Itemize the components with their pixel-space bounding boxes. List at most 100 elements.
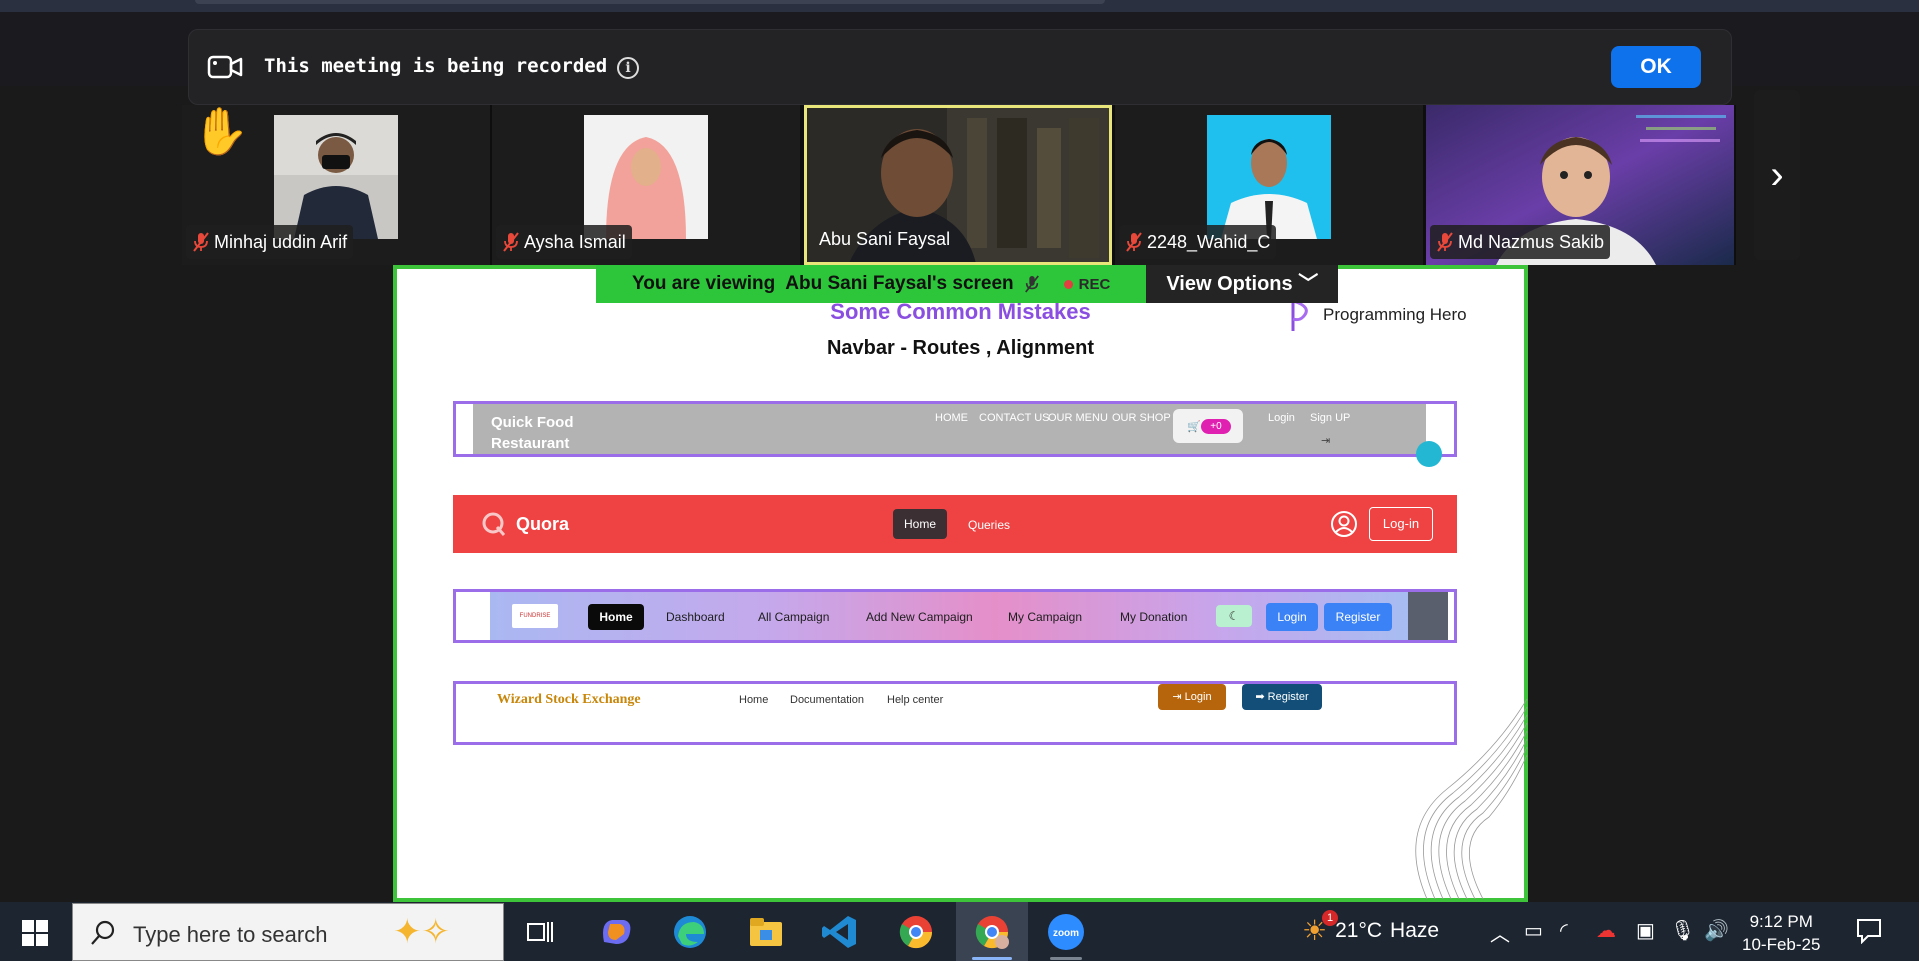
- mic-muted-icon: [1126, 232, 1142, 252]
- nav-link[interactable]: Help center: [887, 694, 943, 706]
- participant-photo: [1207, 115, 1331, 239]
- nav-link[interactable]: My Campaign: [1008, 610, 1082, 624]
- home-nav-button[interactable]: Home: [588, 604, 644, 630]
- zoom-running-underline: [1050, 957, 1082, 960]
- participant-name-label: Minhaj uddin Arif: [186, 225, 354, 259]
- zoom-meeting-window: This meeting is being recorded i OK ✋ Mi…: [0, 0, 1919, 961]
- nav-link[interactable]: Add New Campaign: [866, 610, 973, 624]
- cart-icon: 🛒: [1187, 421, 1201, 433]
- mic-muted-icon: [193, 232, 209, 252]
- mic-muted-icon: [503, 232, 519, 252]
- rec-dot-icon: [1063, 279, 1073, 289]
- nav-link[interactable]: OUR MENU: [1048, 412, 1108, 424]
- weather-badge: 1: [1322, 910, 1338, 926]
- home-nav-button[interactable]: Home: [893, 509, 947, 539]
- shared-screen: Some Common Mistakes Navbar - Routes , A…: [393, 265, 1528, 902]
- nav-link[interactable]: OUR SHOP: [1112, 412, 1171, 424]
- recording-notice-text: This meeting is being recorded: [264, 55, 608, 77]
- show-hidden-icons-chevron-up-icon[interactable]: ︿: [1490, 918, 1510, 947]
- participant-name-label: Aysha Ismail: [496, 225, 632, 259]
- wifi-icon[interactable]: ◜: [1560, 918, 1568, 943]
- nav-link[interactable]: CONTACT US: [979, 412, 1050, 424]
- signup-link[interactable]: Sign UP: [1310, 412, 1350, 424]
- volume-icon[interactable]: 🔊: [1704, 918, 1729, 943]
- decorative-wave-lines: [1415, 698, 1527, 899]
- pointer-cursor: [1416, 441, 1442, 467]
- participant-tile[interactable]: Aysha Ismail: [492, 105, 800, 265]
- rec-indicator: REC: [1050, 265, 1110, 304]
- nav-link[interactable]: Home: [739, 694, 768, 706]
- participant-photo: [274, 115, 398, 239]
- login-button[interactable]: ⇥ Login: [1158, 684, 1226, 710]
- chrome-profile-icon[interactable]: [972, 912, 1012, 952]
- viewing-prefix: You are viewing: [632, 273, 776, 294]
- navbar-background: Quick Food Restaurant HOME CONTACT US OU…: [473, 404, 1426, 454]
- register-button[interactable]: ➡ Register: [1242, 684, 1322, 710]
- queries-nav-link[interactable]: Queries: [968, 518, 1010, 532]
- windows-start-icon[interactable]: [22, 920, 48, 946]
- file-explorer-icon[interactable]: [746, 912, 786, 952]
- nav-link[interactable]: All Campaign: [758, 610, 829, 624]
- participant-tile[interactable]: 2248_Wahid_C: [1115, 105, 1423, 265]
- video-camera-icon: [207, 55, 243, 79]
- task-view-icon[interactable]: [526, 918, 554, 946]
- participant-name: Abu Sani Faysal: [819, 229, 951, 249]
- view-options-button[interactable]: View Options ﹀: [1146, 265, 1339, 303]
- logo-text: Programming Hero: [1323, 305, 1467, 324]
- edge-browser-icon[interactable]: [670, 912, 710, 952]
- notification-center-icon[interactable]: [1856, 918, 1882, 944]
- system-clock[interactable]: 9:12 PM 10-Feb-25: [1742, 910, 1820, 956]
- participant-strip: ✋ Minhaj uddin Arif Aysha Ismail Abu San…: [182, 105, 1736, 265]
- participant-name: Md Nazmus Sakib: [1458, 232, 1605, 252]
- toolbar-notch[interactable]: [195, 0, 1105, 4]
- mic-muted-icon: [1024, 275, 1039, 293]
- copilot-app-icon[interactable]: [596, 912, 636, 952]
- login-link[interactable]: Login: [1268, 412, 1295, 424]
- cart-button[interactable]: 🛒 +0: [1173, 409, 1243, 443]
- login-button[interactable]: Login: [1266, 603, 1318, 631]
- chrome-icon[interactable]: [896, 912, 936, 952]
- nav-link[interactable]: My Donation: [1120, 610, 1187, 624]
- participant-name: Minhaj uddin Arif: [214, 232, 348, 252]
- vscode-icon[interactable]: [820, 912, 860, 952]
- taskbar-search-box[interactable]: Type here to search ✦✧: [72, 903, 504, 961]
- login-button[interactable]: Log-in: [1369, 507, 1433, 541]
- participant-photo: [584, 115, 708, 239]
- viewing-indicator: You are viewing Abu Sani Faysal's screen…: [596, 265, 1147, 304]
- nav-link[interactable]: Documentation: [790, 694, 864, 706]
- weather-widget[interactable]: ☀ 1 21°C Haze: [1302, 910, 1440, 947]
- windows-taskbar: Type here to search ✦✧ zoom ☀ 1 21°C Haz…: [0, 902, 1919, 961]
- zoom-app-icon[interactable]: zoom: [1046, 912, 1086, 952]
- chevron-down-icon: ﹀: [1298, 273, 1319, 295]
- ok-button[interactable]: OK: [1611, 46, 1701, 88]
- register-button[interactable]: Register: [1324, 603, 1392, 631]
- onedrive-error-icon[interactable]: ☁: [1596, 918, 1616, 943]
- quora-logo-icon: [482, 512, 506, 536]
- next-page-arrow-icon[interactable]: ›: [1754, 90, 1800, 260]
- copilot-sparkle-icon: ✦✧: [393, 913, 450, 951]
- participant-name: 2248_Wahid_C: [1147, 232, 1271, 252]
- microphone-icon[interactable]: 🎙: [1670, 918, 1695, 943]
- info-icon[interactable]: i: [617, 57, 639, 79]
- theme-toggle-moon-icon[interactable]: ☾: [1216, 605, 1252, 627]
- participant-tile-active-speaker[interactable]: Abu Sani Faysal: [804, 105, 1112, 265]
- battery-icon[interactable]: ▭: [1524, 918, 1543, 943]
- navbar-example-wizard-stock: Wizard Stock Exchange Home Documentation…: [453, 681, 1457, 745]
- raised-hand-icon: ✋: [192, 105, 250, 157]
- weather-temp: 21°C: [1335, 918, 1383, 942]
- weather-desc: Haze: [1390, 918, 1440, 942]
- nav-link[interactable]: HOME: [935, 412, 968, 424]
- scrollbar[interactable]: [1408, 592, 1448, 640]
- participant-tile[interactable]: ✋ Minhaj uddin Arif: [182, 105, 490, 265]
- weather-hazy-icon: ☀ 1: [1302, 910, 1338, 947]
- user-icon[interactable]: [1330, 510, 1358, 538]
- navbar-brand: Wizard Stock Exchange: [497, 692, 641, 707]
- viewing-bar: You are viewing Abu Sani Faysal's screen…: [596, 265, 1339, 304]
- recording-banner: This meeting is being recorded i OK: [188, 29, 1732, 105]
- register-label: Register: [1267, 691, 1309, 703]
- meet-now-icon[interactable]: ▣: [1636, 918, 1655, 943]
- participant-tile[interactable]: Md Nazmus Sakib: [1426, 105, 1734, 265]
- search-placeholder: Type here to search: [133, 922, 328, 947]
- logout-arrow-icon[interactable]: ⇥: [1321, 434, 1330, 447]
- nav-link[interactable]: Dashboard: [666, 610, 725, 624]
